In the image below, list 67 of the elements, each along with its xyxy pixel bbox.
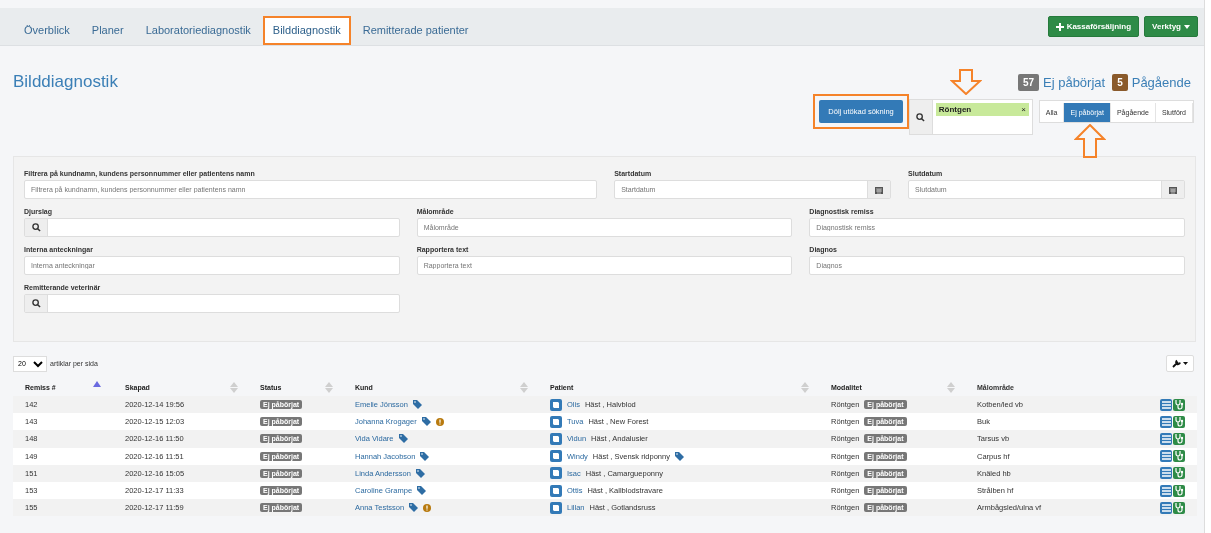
stethoscope-button[interactable] <box>1173 484 1185 497</box>
list-icon <box>1161 417 1171 426</box>
nav-tab[interactable]: Remitterade patienter <box>352 16 479 45</box>
tag-icon <box>398 434 408 444</box>
list-button[interactable] <box>1160 398 1172 411</box>
list-icon <box>1161 469 1171 478</box>
search-icon <box>916 112 926 122</box>
patient-record-button[interactable] <box>550 415 562 428</box>
wrench-icon <box>1172 359 1188 368</box>
stethoscope-button[interactable] <box>1173 398 1185 411</box>
list-icon <box>1161 434 1171 443</box>
stethoscope-icon <box>1174 399 1184 410</box>
stethoscope-icon <box>1174 433 1184 444</box>
patient-record-button[interactable] <box>550 467 562 480</box>
patient-record-button[interactable] <box>550 501 562 514</box>
table-settings-button[interactable] <box>1166 355 1194 372</box>
list-icon <box>1161 400 1171 409</box>
stethoscope-icon <box>1174 416 1184 427</box>
list-button[interactable] <box>1160 484 1172 497</box>
list-button[interactable] <box>1160 467 1172 480</box>
plus-icon <box>1055 22 1064 31</box>
calendar-icon <box>1169 185 1177 194</box>
search-field[interactable] <box>24 294 400 313</box>
tag-icon <box>409 503 419 513</box>
calendar-icon <box>875 185 884 194</box>
list-icon <box>1161 486 1171 495</box>
tag-icon <box>412 400 422 410</box>
patient-record-button[interactable] <box>550 432 562 445</box>
patient-record-button[interactable] <box>550 450 562 463</box>
stethoscope-icon <box>1174 468 1184 479</box>
nav-tab[interactable]: Laboratoriediagnostik <box>135 16 261 45</box>
search-icon <box>31 299 41 308</box>
tag-icon <box>420 451 430 461</box>
list-icon <box>1161 503 1171 512</box>
list-icon <box>1161 452 1171 461</box>
stethoscope-button[interactable] <box>1173 415 1185 428</box>
search-field[interactable] <box>24 218 400 237</box>
page-title: Bilddiagnostik <box>13 72 118 92</box>
tag-icon <box>417 486 427 496</box>
stethoscope-button[interactable] <box>1173 450 1185 463</box>
list-button[interactable] <box>1160 432 1172 445</box>
nav-tab[interactable]: Överblick <box>14 16 80 45</box>
stethoscope-button[interactable] <box>1173 501 1185 514</box>
patient-record-button[interactable] <box>550 484 562 497</box>
count-badge: 5 <box>1112 73 1128 91</box>
caret-icon <box>1184 24 1190 29</box>
tag-icon <box>421 417 431 427</box>
nav-tab[interactable]: Bilddiagnostik <box>262 16 351 45</box>
add-sale-button[interactable]: Kassaförsäljning <box>1047 16 1140 37</box>
stethoscope-button[interactable] <box>1173 432 1185 445</box>
remove-tag-button[interactable]: × <box>1021 105 1026 114</box>
tag-icon <box>415 468 425 478</box>
count-label: Pågående <box>1131 74 1191 90</box>
list-button[interactable] <box>1160 415 1172 428</box>
stethoscope-icon <box>1174 451 1184 462</box>
list-button[interactable] <box>1160 501 1172 514</box>
tools-dropdown-button[interactable]: Verktyg <box>1144 16 1198 37</box>
nav-tab[interactable]: Planer <box>81 16 134 45</box>
tag-label: Röntgen <box>938 105 972 114</box>
stethoscope-button[interactable] <box>1173 467 1185 480</box>
count-badge: 57 <box>1017 73 1039 91</box>
patient-record-button[interactable] <box>550 398 562 411</box>
count-label: Ej påbörjat <box>1043 74 1106 90</box>
search-icon <box>31 223 41 232</box>
stethoscope-icon <box>1174 485 1184 496</box>
stethoscope-icon <box>1174 502 1184 513</box>
list-button[interactable] <box>1160 450 1172 463</box>
